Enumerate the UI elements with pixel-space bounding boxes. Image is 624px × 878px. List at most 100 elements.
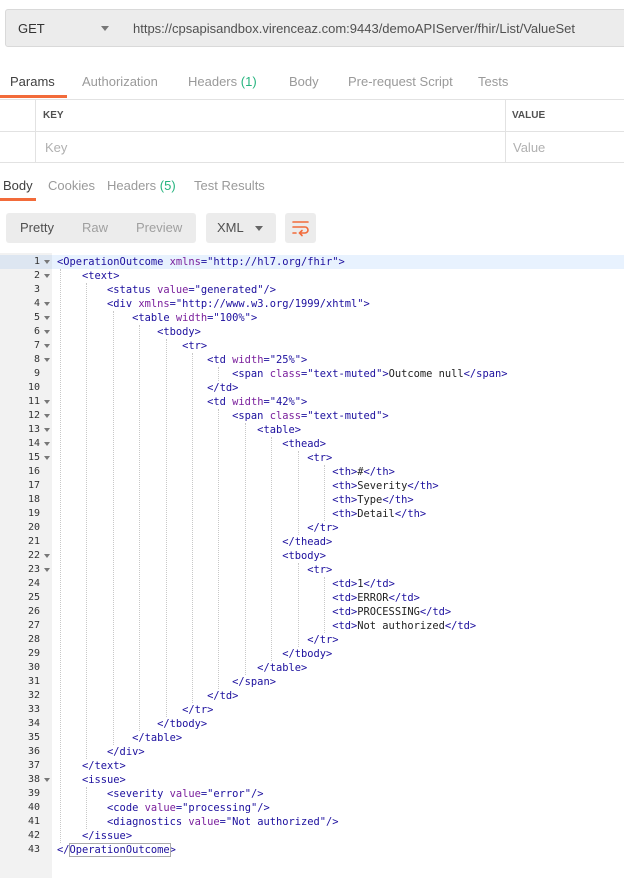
line-number-label: 35 (27, 732, 40, 743)
preview-button[interactable]: Preview (122, 213, 196, 243)
active-tab-indicator (0, 95, 67, 98)
code-text: <th>Type</th> (57, 494, 414, 506)
indent-guide (139, 325, 141, 731)
line-number: 38 (0, 773, 52, 787)
response-tabs: Body Cookies Headers (5) Test Results (0, 170, 624, 201)
line-number-label: 31 (27, 676, 40, 687)
line-number-label: 7 (33, 340, 40, 351)
line-number-label: 14 (27, 438, 40, 449)
tab-body[interactable]: Body (289, 74, 319, 89)
value-column-header: VALUE (512, 110, 546, 121)
code-line: 27 <td>Not authorized</td> (0, 619, 624, 633)
tab-tests[interactable]: Tests (478, 74, 508, 89)
code-text: <span class="text-muted"> (57, 410, 389, 422)
line-number-label: 9 (33, 368, 40, 379)
code-text: <span class="text-muted">Outcome null</s… (57, 368, 508, 380)
indent-guide (297, 451, 299, 535)
line-number: 19 (0, 507, 52, 521)
code-line: 6 <tbody> (0, 325, 624, 339)
line-number-label: 22 (27, 550, 40, 561)
code-text: </div> (57, 746, 145, 758)
line-number: 22 (0, 549, 52, 563)
line-number-label: 38 (27, 774, 40, 785)
tab-cookies[interactable]: Cookies (48, 178, 95, 193)
indent-guide (324, 465, 325, 521)
format-select[interactable]: XML (206, 213, 276, 243)
line-number: 29 (0, 647, 52, 661)
line-number-label: 34 (27, 718, 40, 729)
pretty-button[interactable]: Pretty (6, 213, 68, 243)
code-line: 21 </thead> (0, 535, 624, 549)
chevron-down-icon (101, 26, 109, 31)
line-number: 11 (0, 395, 52, 409)
line-number: 17 (0, 479, 52, 493)
line-number-label: 37 (27, 760, 40, 771)
line-number: 3 (0, 283, 52, 297)
line-number-label: 25 (27, 592, 40, 603)
tab-params[interactable]: Params (10, 74, 55, 89)
code-text: </issue> (57, 830, 133, 842)
line-number: 42 (0, 829, 52, 843)
raw-button[interactable]: Raw (68, 213, 122, 243)
tab-response-headers[interactable]: Headers (5) (107, 178, 176, 193)
fold-arrow-icon[interactable] (44, 358, 50, 362)
line-number-label: 28 (27, 634, 40, 645)
code-line: 34 </tbody> (0, 717, 624, 731)
fold-arrow-icon[interactable] (44, 400, 50, 404)
tab-pre-request-script[interactable]: Pre-request Script (348, 74, 453, 89)
line-number-label: 13 (27, 424, 40, 435)
code-line: 25 <td>ERROR</td> (0, 591, 624, 605)
fold-arrow-icon[interactable] (44, 442, 50, 446)
line-number-label: 42 (27, 830, 40, 841)
line-number-label: 26 (27, 606, 40, 617)
response-editor[interactable]: 1 <OperationOutcome xmlns="http://hl7.org… (0, 253, 624, 878)
fold-arrow-icon[interactable] (44, 778, 50, 782)
fold-arrow-icon[interactable] (44, 330, 50, 334)
url-input[interactable]: https://cpsapisandbox.virenceaz.com:9443… (121, 9, 624, 47)
code-text: <div xmlns="http://www.w3.org/1999/xhtml… (57, 298, 370, 310)
line-number-label: 3 (33, 284, 40, 295)
tab-test-results[interactable]: Test Results (194, 178, 265, 193)
code-text: </thead> (57, 536, 333, 548)
headers-count: (1) (240, 74, 257, 89)
code-line: 2 <text> (0, 269, 624, 283)
fold-arrow-icon[interactable] (44, 456, 50, 460)
code-text: <OperationOutcome xmlns="http://hl7.org/… (57, 256, 345, 268)
tab-headers[interactable]: Headers (1) (188, 74, 257, 89)
fold-arrow-icon[interactable] (44, 414, 50, 418)
line-number: 10 (0, 381, 52, 395)
line-number-label: 16 (27, 466, 40, 477)
line-number-label: 10 (27, 382, 40, 393)
wrap-lines-button[interactable] (285, 213, 316, 243)
fold-arrow-icon[interactable] (44, 274, 50, 278)
fold-arrow-icon[interactable] (44, 344, 50, 348)
indent-guide (218, 409, 220, 689)
tab-response-body[interactable]: Body (3, 178, 33, 193)
fold-arrow-icon[interactable] (44, 554, 50, 558)
code-line: 40 <code value="processing"/> (0, 801, 624, 815)
line-number: 16 (0, 465, 52, 479)
tab-authorization[interactable]: Authorization (82, 74, 158, 89)
method-select[interactable]: GET (5, 9, 122, 47)
fold-arrow-icon[interactable] (44, 428, 50, 432)
code-line: 3 <status value="generated"/> (0, 283, 624, 297)
code-line: 17 <th>Severity</th> (0, 479, 624, 493)
code-text: <tr> (57, 340, 208, 352)
code-line: 20 </tr> (0, 521, 624, 535)
line-number: 8 (0, 353, 52, 367)
code-line: 24 <td>1</td> (0, 577, 624, 591)
fold-arrow-icon[interactable] (44, 568, 50, 572)
line-number: 23 (0, 563, 52, 577)
indent-guide (218, 367, 220, 381)
value-input[interactable]: Value (513, 140, 545, 155)
line-number-label: 20 (27, 522, 40, 533)
line-number: 20 (0, 521, 52, 535)
fold-arrow-icon[interactable] (44, 260, 50, 264)
fold-arrow-icon[interactable] (44, 302, 50, 306)
code-text: <td>ERROR</td> (57, 592, 420, 604)
code-text: </tr> (57, 634, 339, 646)
key-input[interactable]: Key (45, 140, 67, 155)
line-number: 13 (0, 423, 52, 437)
code-line: 4 <div xmlns="http://www.w3.org/1999/xht… (0, 297, 624, 311)
fold-arrow-icon[interactable] (44, 316, 50, 320)
